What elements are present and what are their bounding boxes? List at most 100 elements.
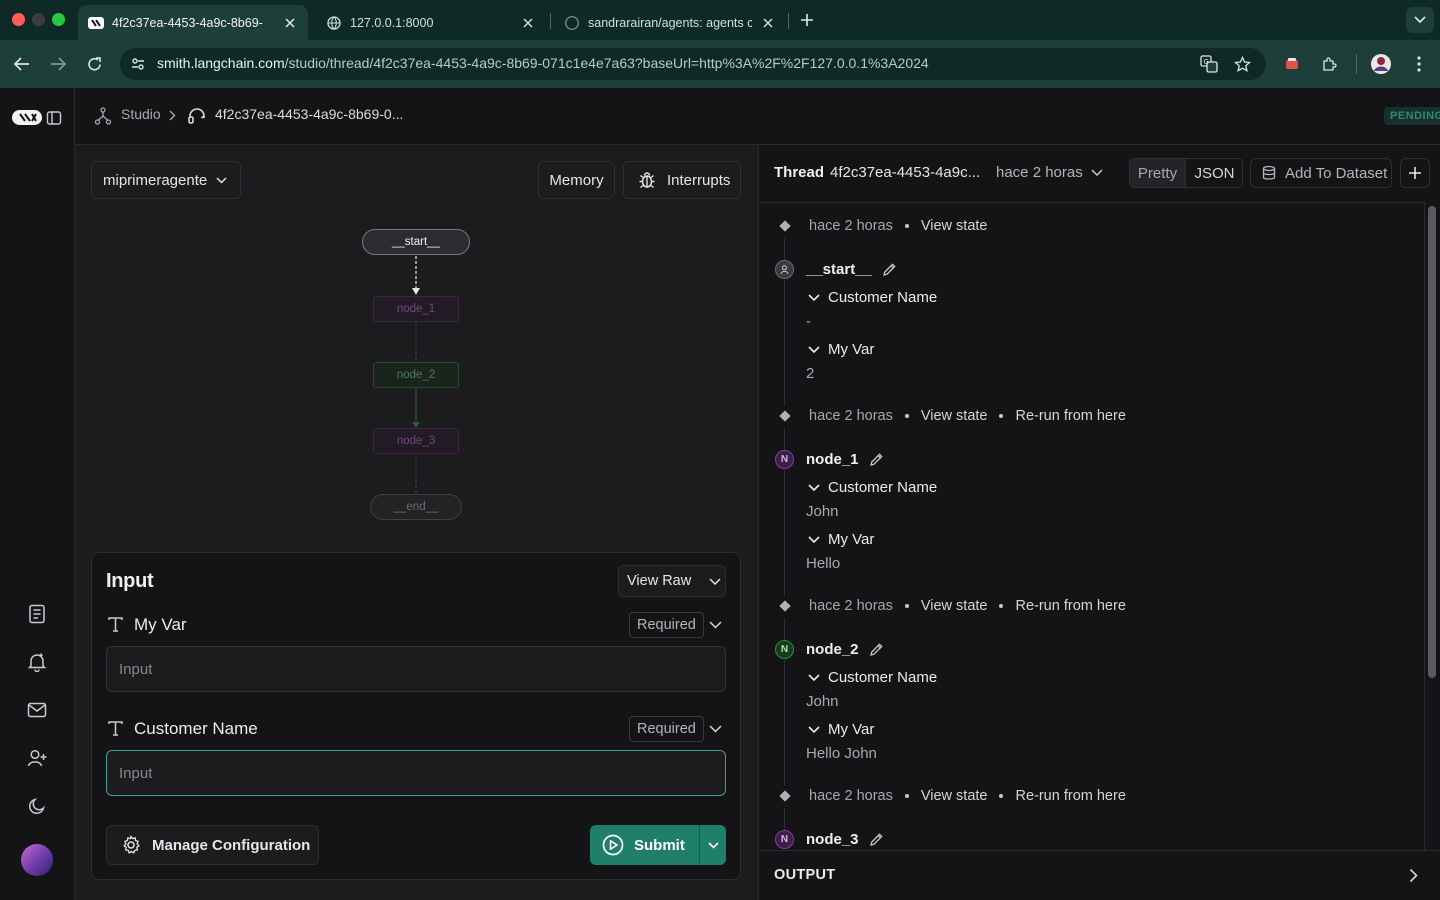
minimize-window-button[interactable]	[32, 13, 45, 26]
browser-tab-github[interactable]: sandrarairan/agents: agents c	[554, 5, 786, 40]
bookmark-star-icon[interactable]	[1231, 53, 1253, 75]
tab-search-button[interactable]	[1406, 7, 1434, 33]
state-key-my-var[interactable]: My Var	[808, 341, 874, 358]
chevron-right-icon[interactable]	[1409, 868, 1418, 883]
graph-node-start[interactable]: __start__	[362, 229, 470, 255]
browser-menu-icon[interactable]	[1408, 53, 1430, 75]
forward-button[interactable]	[46, 52, 70, 76]
thread-scrollbar-thumb[interactable]	[1428, 206, 1436, 678]
tab-separator	[788, 13, 789, 29]
rerun-from-here-link[interactable]: Re-run from here	[1015, 408, 1125, 424]
browser-tab-localhost[interactable]: 127.0.0.1:8000	[316, 5, 546, 40]
state-key-label: Customer Name	[828, 669, 938, 686]
submit-options-chevron-icon[interactable]	[700, 825, 726, 865]
rerun-from-here-link[interactable]: Re-run from here	[1015, 788, 1125, 804]
add-user-icon[interactable]	[25, 746, 49, 770]
site-settings-icon[interactable]	[128, 54, 148, 74]
view-state-link[interactable]: View state	[921, 598, 988, 614]
breadcrumb-thread-id: 4f2c37ea-4453-4a9c-8b69-0...	[215, 106, 404, 122]
new-tab-button[interactable]	[796, 9, 818, 31]
view-raw-dropdown[interactable]: View Raw	[618, 565, 726, 597]
breadcrumb-studio[interactable]: Studio	[121, 106, 161, 122]
checkpoint-diamond-icon	[779, 220, 791, 232]
chevron-down-icon[interactable]	[1091, 169, 1103, 176]
checkpoint-diamond-icon	[779, 790, 791, 802]
langsmith-favicon-icon	[88, 15, 104, 31]
translate-icon[interactable]: G	[1198, 53, 1220, 75]
browser-tab-studio[interactable]: 4f2c37ea-4453-4a9c-8b69-	[78, 5, 308, 40]
node-badge: N	[775, 830, 794, 849]
customer-name-input[interactable]	[106, 750, 726, 796]
state-key-customer-name[interactable]: Customer Name	[808, 289, 937, 306]
chevron-down-icon[interactable]	[709, 725, 722, 733]
gear-icon	[121, 835, 141, 855]
submit-button[interactable]: Submit	[590, 825, 699, 865]
reload-button[interactable]	[82, 52, 106, 76]
status-badge: PENDING	[1384, 107, 1440, 125]
edit-pencil-icon[interactable]	[869, 642, 884, 657]
view-state-link[interactable]: View state	[921, 788, 988, 804]
user-badge-icon	[775, 260, 794, 279]
close-tab-icon[interactable]	[520, 17, 536, 28]
memory-button[interactable]: Memory	[538, 161, 615, 199]
edit-pencil-icon[interactable]	[869, 832, 884, 847]
graph-node-2[interactable]: node_2	[373, 362, 459, 388]
state-key-customer-name[interactable]: Customer Name	[808, 479, 937, 496]
timeline-line	[784, 808, 785, 830]
extension-red-icon[interactable]	[1281, 53, 1303, 75]
close-window-button[interactable]	[12, 13, 25, 26]
add-button[interactable]	[1400, 158, 1430, 188]
user-avatar[interactable]	[21, 844, 53, 876]
required-badge: Required	[629, 716, 704, 742]
state-value: Hello John	[806, 745, 877, 762]
add-to-dataset-label: Add To Dataset	[1285, 164, 1388, 182]
back-button[interactable]	[10, 52, 34, 76]
timeline-line	[784, 428, 785, 450]
notifications-bell-icon[interactable]	[25, 650, 49, 674]
step-title-node-3: N node_3	[775, 830, 884, 849]
langsmith-logo-icon[interactable]	[12, 108, 44, 128]
add-to-dataset-button[interactable]: Add To Dataset	[1250, 158, 1392, 188]
chevron-down-icon	[808, 725, 820, 734]
state-key-label: My Var	[828, 531, 875, 548]
url-text[interactable]: smith.langchain.com/studio/thread/4f2c37…	[157, 55, 929, 71]
graph-node-end[interactable]: __end__	[370, 494, 462, 520]
state-key-my-var[interactable]: My Var	[808, 721, 874, 738]
profile-avatar-icon[interactable]	[1370, 53, 1392, 75]
manage-configuration-button[interactable]: Manage Configuration	[106, 825, 319, 865]
state-key-label: My Var	[828, 721, 875, 738]
close-tab-icon[interactable]	[760, 17, 776, 28]
thread-time[interactable]: hace 2 horas	[996, 164, 1083, 181]
graph-node-3[interactable]: node_3	[373, 428, 459, 454]
graph-node-1[interactable]: node_1	[373, 296, 459, 322]
toggle-sidebar-icon[interactable]	[46, 110, 62, 126]
state-value: Hello	[806, 555, 841, 572]
mail-icon[interactable]	[25, 698, 49, 722]
docs-icon[interactable]	[25, 602, 49, 626]
timeline-line	[784, 470, 785, 596]
view-state-link[interactable]: View state	[921, 408, 988, 424]
json-view-tab[interactable]: JSON	[1187, 159, 1242, 187]
edit-pencil-icon[interactable]	[882, 262, 897, 277]
output-label: OUTPUT	[774, 867, 836, 883]
dark-mode-moon-icon[interactable]	[25, 794, 49, 818]
pretty-view-tab[interactable]: Pretty	[1130, 159, 1186, 187]
graph-select-dropdown[interactable]: miprimeragente	[91, 161, 241, 199]
maximize-window-button[interactable]	[52, 13, 65, 26]
state-key-customer-name[interactable]: Customer Name	[808, 669, 937, 686]
state-value: -	[806, 313, 811, 330]
state-key-my-var[interactable]: My Var	[808, 531, 874, 548]
output-bar[interactable]	[759, 850, 1440, 900]
view-state-link[interactable]: View state	[921, 218, 988, 234]
close-tab-icon[interactable]	[282, 17, 298, 28]
extensions-puzzle-icon[interactable]	[1318, 53, 1340, 75]
interrupts-button[interactable]: Interrupts	[623, 161, 741, 199]
step-name: node_1	[806, 451, 859, 468]
chevron-down-icon	[709, 578, 721, 585]
separator-dot	[904, 414, 909, 418]
text-type-icon	[107, 616, 124, 633]
edit-pencil-icon[interactable]	[869, 452, 884, 467]
my-var-input[interactable]	[106, 646, 726, 692]
rerun-from-here-link[interactable]: Re-run from here	[1015, 598, 1125, 614]
chevron-down-icon[interactable]	[709, 621, 722, 629]
